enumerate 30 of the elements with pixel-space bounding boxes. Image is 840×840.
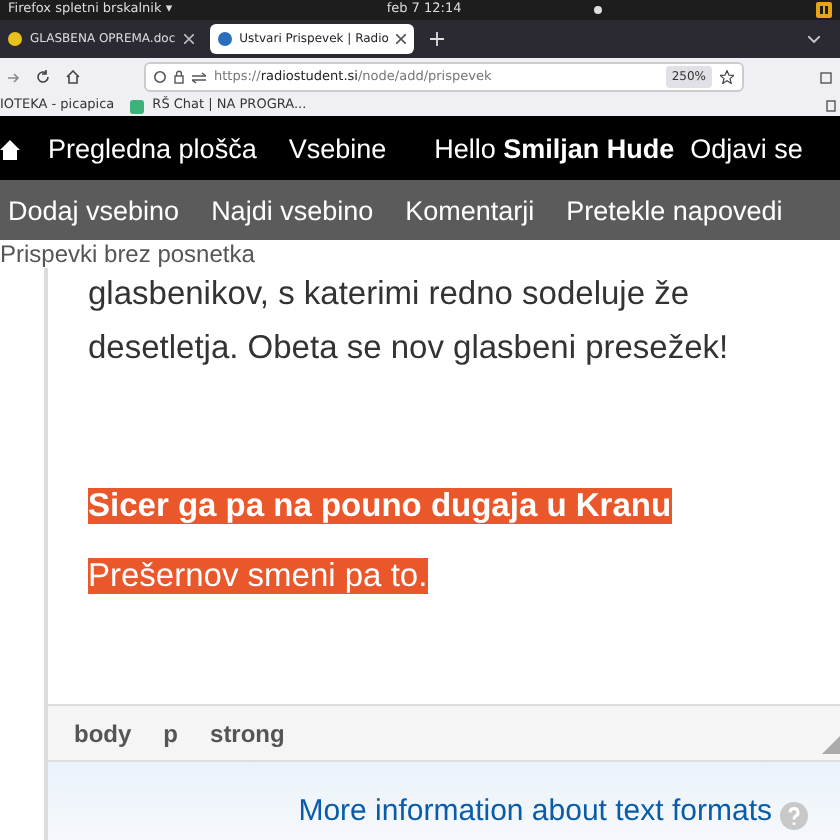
element-path-item[interactable]: strong (210, 715, 285, 752)
forward-icon[interactable] (8, 71, 20, 83)
tab-favicon-icon (217, 32, 232, 46)
permissions-icon (192, 71, 206, 83)
close-icon[interactable] (396, 34, 407, 44)
status-dot-icon (593, 6, 602, 14)
admin-menu-link[interactable]: Vsebine (288, 129, 387, 171)
greeting: Hello Smiljan Hude (434, 131, 675, 168)
home-icon[interactable] (0, 140, 20, 160)
element-path-item[interactable]: body (74, 715, 132, 752)
new-tab-icon[interactable] (430, 32, 445, 46)
bookmark-star-icon[interactable] (720, 70, 734, 84)
shortcut-link[interactable]: Komentarji (405, 192, 535, 233)
shortcut-link[interactable]: Dodaj vsebino (8, 192, 180, 233)
highlighted-text: Prešernov smeni pa to. (88, 558, 428, 595)
paragraph-text: glasbenikov, s katerimi redno sodeluje že desetletja. Obeta se nov glasbeni presežek! (88, 276, 729, 367)
element-path-item[interactable]: p (163, 715, 179, 752)
admin-menu-link[interactable]: Pregledna plošča (48, 129, 257, 171)
shortcut-link[interactable]: Pretekle napovedi (566, 192, 783, 233)
shortcut-link[interactable]: Prispevki brez posnetka (0, 240, 255, 269)
tab-favicon-icon (8, 32, 22, 46)
dropdown-icon[interactable] (808, 35, 820, 43)
home-icon[interactable] (66, 70, 80, 84)
close-icon[interactable] (183, 34, 194, 44)
resize-handle-icon[interactable] (822, 736, 840, 755)
reload-icon[interactable] (36, 70, 50, 84)
highlighted-text: Sicer ga pa na pouno dugaja u Kranu (88, 488, 672, 525)
shortcut-link[interactable]: Najdi vsebino (211, 192, 374, 233)
lock-icon (174, 70, 184, 84)
logout-link[interactable]: Odjavi se (690, 129, 803, 171)
